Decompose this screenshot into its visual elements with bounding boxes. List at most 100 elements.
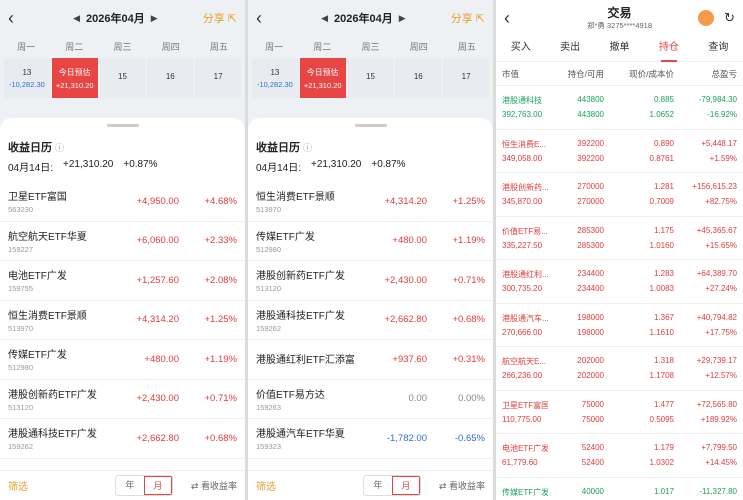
header-market-value[interactable]: 市值 <box>502 68 548 80</box>
day-cell[interactable]: 13 -10,282.30 <box>252 58 298 98</box>
header-total-pnl[interactable]: 总盈亏 <box>674 68 737 80</box>
section-title: 收益日历 ⓘ <box>256 142 313 154</box>
holding-row[interactable]: 港股通红利... 234400 1.283 +64,389.70 300,735.20 2… <box>496 260 743 304</box>
list-item[interactable]: 港股创新药ETF广发 513120 +2,430.00 +0.71% <box>248 261 493 301</box>
holding-price: 1.281 <box>653 182 674 192</box>
holding-pnl-pct: +1.59% <box>709 153 737 163</box>
prev-month-icon[interactable]: ◀ <box>321 13 328 24</box>
header-position[interactable]: 持仓/可用 <box>548 68 604 80</box>
account-label[interactable]: 郑*勇 3275****4918 <box>496 20 743 31</box>
tab-item[interactable]: 买入 <box>496 36 545 62</box>
weekday-label: 周五 <box>209 42 228 52</box>
day-cell-today[interactable]: 今日预估 +21,310.20 <box>51 58 98 98</box>
calendar-header: ‹ ◀ 2026年04月 ▶ 分享 ⇱ 周一 周二 周三 周四 周五 13 -10… <box>0 0 245 128</box>
holding-row[interactable]: 价值ETF易... 285300 1.175 +45,365.67 335,227.50… <box>496 217 743 260</box>
list-item[interactable]: 港股通红利ETF汇添富 +937.60 +0.31% <box>248 340 493 380</box>
holding-pnl-pct: +82.75% <box>705 197 737 207</box>
prev-month-icon[interactable]: ◀ <box>73 13 80 24</box>
list-item[interactable]: 恒生消费ETF景顺 513970 +4,314.20 +1.25% <box>0 301 245 340</box>
holding-row[interactable]: 恒生消费E... 392200 0.890 +5,448.17 349,058.00 39… <box>496 130 743 173</box>
holding-name: 恒生消费E... <box>502 139 547 149</box>
current-month[interactable]: 2026年04月 <box>86 10 145 26</box>
list-item[interactable]: 传媒ETF广发 512980 +480.00 +1.19% <box>0 340 245 380</box>
holding-line-1: 航空航天E... 202000 1.318 +29,739.17 <box>502 356 737 367</box>
next-month-icon[interactable]: ▶ <box>399 13 406 24</box>
day-cell[interactable]: 15 <box>347 58 394 98</box>
current-month[interactable]: 2026年04月 <box>334 10 393 26</box>
period-segment: 年 月 <box>362 475 421 496</box>
segment-year[interactable]: 年 <box>116 476 144 495</box>
list-item[interactable]: 港股通汽车ETF华夏 159323 -1,782.00 -0.65% <box>248 419 493 459</box>
holding-pnl-pct: +17.75% <box>705 327 737 337</box>
share-button[interactable]: 分享 ⇱ <box>203 10 237 26</box>
back-icon[interactable]: ‹ <box>8 8 28 29</box>
day-cell[interactable]: 13 -10,282.30 <box>4 58 50 98</box>
tab-item[interactable]: 持仓 <box>644 36 693 62</box>
day-cell[interactable]: 16 <box>147 58 194 98</box>
weekday-header: 周一 周二 周三 周四 周五 <box>248 36 493 58</box>
item-name: 港股通红利ETF汇添富 <box>256 354 355 366</box>
item-name: 港股创新药ETF广发 <box>256 271 345 283</box>
item-pct: +0.68% <box>204 432 238 444</box>
holding-row[interactable]: 港股通汽车... 198000 1.367 +40,794.82 270,666.00 1… <box>496 304 743 347</box>
list-item[interactable]: 港股通科技ETF广发 159262 +2,662.80 +0.68% <box>0 419 245 459</box>
list-item[interactable]: 港股通科技ETF广发 159262 +2,662.80 +0.68% <box>248 301 493 340</box>
filter-button[interactable]: 筛选 <box>256 478 363 493</box>
list-item[interactable]: 航空航天ETF华夏 159227 +6,060.00 +2.33% <box>0 222 245 261</box>
segment-year[interactable]: 年 <box>364 476 392 495</box>
holding-market-value: 392,763.00 <box>502 110 543 120</box>
list-item[interactable]: 传媒ETF广发 512980 +480.00 +1.19% <box>248 222 493 261</box>
day-cell[interactable]: 17 <box>195 58 241 98</box>
share-button[interactable]: 分享 ⇱ <box>451 10 485 26</box>
day-cell[interactable]: 15 <box>99 58 146 98</box>
holding-name: 传媒ETF广发 <box>502 487 548 497</box>
info-icon[interactable]: ⓘ <box>55 143 64 153</box>
tab-item[interactable]: 撤单 <box>595 36 644 62</box>
holding-pnl: -11,327.80 <box>699 486 737 496</box>
day-cell[interactable]: 17 <box>443 58 489 98</box>
holding-row[interactable]: 电池ETF广发 52400 1.179 +7,799.50 61,779.60 52400… <box>496 434 743 478</box>
holding-row[interactable]: 传媒ETF广发400001.017-11,327.8040,680.004000… <box>496 478 743 500</box>
next-month-icon[interactable]: ▶ <box>151 13 158 24</box>
weekday-label: 周三 <box>361 42 380 52</box>
segment-month[interactable]: 月 <box>143 476 172 495</box>
item-name: 港股通汽车ETF华夏 <box>256 429 345 441</box>
holding-name: 卫星ETF富国 <box>502 400 548 410</box>
weekday-label: 周四 <box>409 42 428 52</box>
list-item[interactable]: 卫星ETF富国 563230 +4,950.00 +4.68% <box>0 182 245 222</box>
holding-pnl: +64,389.70 <box>696 269 737 279</box>
item-pct: +1.25% <box>452 195 486 207</box>
rate-toggle[interactable]: ⇄ 看收益率 <box>191 479 237 492</box>
segment-month[interactable]: 月 <box>391 476 420 495</box>
holding-row[interactable]: 港股通科技 443800 0.885 -79,984.30 392,763.00 4438… <box>496 86 743 130</box>
item-pct: +0.71% <box>452 274 486 286</box>
day-cell[interactable]: 16 <box>395 58 442 98</box>
list-item[interactable]: 恒生消费ETF景顺 513970 +4,314.20 +1.25% <box>248 182 493 222</box>
holding-price: 1.283 <box>653 269 674 279</box>
item-code: 512980 <box>256 244 282 254</box>
item-pnl: 0.00 <box>408 393 428 405</box>
tab-item[interactable]: 卖出 <box>545 36 594 62</box>
holding-row[interactable]: 航空航天E... 202000 1.318 +29,739.17 266,236.00 2… <box>496 347 743 391</box>
list-item[interactable]: 电池ETF广发 159755 +1,257.60 +2.08% <box>0 261 245 301</box>
holding-row[interactable]: 卫星ETF富国 75000 1.477 +72,565.80 110,775.00 750… <box>496 391 743 434</box>
holding-line-2: 345,870.00 270000 0.7009 +82.75% <box>502 197 737 206</box>
list-item[interactable]: 港股创新药ETF广发 513120 +2,430.00 +0.71% <box>0 380 245 419</box>
holding-row[interactable]: 港股创新药... 270000 1.281 +156,615.23 345,870.00… <box>496 173 743 217</box>
header-price[interactable]: 现价/成本价 <box>604 68 674 80</box>
tab-item[interactable]: 查询 <box>694 36 743 62</box>
month-switcher: ◀ 2026年04月 ▶ <box>276 10 451 26</box>
weekday-label: 周一 <box>17 42 36 52</box>
rate-toggle[interactable]: ⇄ 看收益率 <box>439 479 485 492</box>
days-row: 13 -10,282.30 今日预估 +21,310.20 15 16 17 <box>0 58 245 98</box>
filter-button[interactable]: 筛选 <box>8 478 115 493</box>
back-icon[interactable]: ‹ <box>256 8 276 29</box>
info-icon[interactable]: ⓘ <box>303 143 312 153</box>
holding-available: 198000 <box>577 327 604 337</box>
item-name-block: 卫星ETF富国 563230 <box>8 188 109 214</box>
list-item[interactable]: 价值ETF易方达 159263 0.00 0.00% <box>248 380 493 419</box>
item-pct: +1.19% <box>452 235 486 247</box>
item-pct: +1.19% <box>204 353 238 365</box>
day-cell-today[interactable]: 今日预估 +21,310.20 <box>299 58 346 98</box>
holding-position: 198000 <box>577 312 604 322</box>
